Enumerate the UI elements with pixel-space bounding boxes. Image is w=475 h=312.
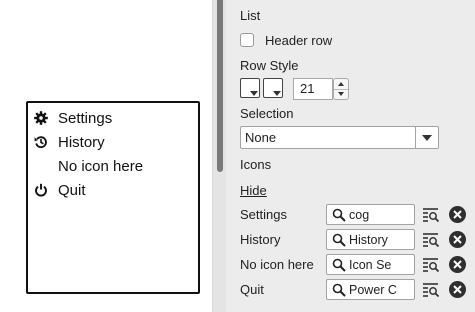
close-icon: [453, 285, 462, 294]
icon-search-field-settings[interactable]: cog: [326, 204, 415, 225]
cog-icon: [34, 110, 52, 126]
dropdown-corner-icon: [273, 91, 281, 96]
row-style-heading: Row Style: [240, 58, 299, 73]
list-item-label: Quit: [58, 181, 86, 199]
header-row-checkbox[interactable]: [240, 33, 254, 47]
clear-icon-button[interactable]: [449, 206, 466, 223]
icons-heading: Icons: [240, 157, 272, 172]
list-item-label: Settings: [58, 109, 113, 127]
row-height-stepper[interactable]: [333, 78, 349, 100]
search-icon: [332, 233, 346, 247]
chevron-up-icon: [338, 82, 344, 86]
icon-search-value: History: [349, 233, 388, 247]
clear-icon-button[interactable]: [449, 231, 466, 248]
list-search-icon: [423, 233, 440, 248]
list-search-icon: [423, 208, 440, 223]
selection-value: None: [245, 130, 277, 145]
chevron-down-icon: [422, 134, 432, 141]
icon-row-label-history: History: [240, 232, 281, 247]
dropdown-corner-icon: [250, 91, 258, 96]
browse-icons-button[interactable]: [422, 281, 440, 299]
list-heading: List: [240, 8, 261, 23]
browse-icons-button[interactable]: [422, 206, 440, 224]
header-row-label[interactable]: Header row: [265, 33, 332, 48]
list-item-quit: Quit: [34, 179, 86, 201]
clear-icon-button[interactable]: [449, 256, 466, 273]
scrollbar-thumb[interactable]: [217, 0, 223, 172]
search-icon: [332, 208, 346, 222]
property-inspector: List Header row Row Style 21 Selection N…: [226, 0, 475, 312]
list-widget[interactable]: Settings History No icon here Quit: [26, 101, 200, 294]
list-item-settings: Settings: [34, 107, 112, 129]
icon-row-label-quit: Quit: [240, 282, 264, 297]
browse-icons-button[interactable]: [422, 256, 440, 274]
list-search-icon: [423, 258, 440, 273]
selection-dropdown[interactable]: None: [240, 126, 439, 149]
list-item-history: History: [34, 131, 105, 153]
hide-icons-link[interactable]: Hide: [240, 183, 267, 198]
icon-row-label-no-icon: No icon here: [240, 257, 314, 272]
row-height-input[interactable]: 21: [293, 78, 333, 100]
power-icon: [34, 182, 52, 198]
chevron-down-icon: [338, 92, 344, 96]
close-icon: [453, 235, 462, 244]
icon-search-field-quit[interactable]: Power C: [326, 279, 415, 300]
clear-icon-button[interactable]: [449, 281, 466, 298]
close-icon: [453, 210, 462, 219]
list-search-icon: [423, 283, 440, 298]
stepper-down-button[interactable]: [334, 89, 348, 99]
dropdown-button[interactable]: [415, 127, 438, 148]
icon-row-label-settings: Settings: [240, 207, 287, 222]
design-canvas: Settings History No icon here Quit: [0, 0, 212, 312]
row-style-standard-button[interactable]: [240, 78, 260, 98]
icon-search-value: cog: [349, 208, 370, 222]
icon-search-field-no-icon[interactable]: Icon Se: [326, 254, 415, 275]
selection-heading: Selection: [240, 106, 294, 121]
browse-icons-button[interactable]: [422, 231, 440, 249]
search-icon: [332, 283, 346, 297]
icon-search-value: Power C: [349, 283, 397, 297]
icon-search-value: Icon Se: [349, 258, 392, 272]
list-item-label: No icon here: [58, 157, 144, 175]
list-item-label: History: [58, 133, 105, 151]
row-style-compact-button[interactable]: [263, 78, 283, 98]
close-icon: [453, 260, 462, 269]
history-icon: [34, 134, 52, 150]
list-item-no-icon: No icon here: [34, 155, 143, 177]
search-icon: [332, 258, 346, 272]
icon-search-field-history[interactable]: History: [326, 229, 415, 250]
canvas-scrollbar[interactable]: [212, 0, 226, 312]
